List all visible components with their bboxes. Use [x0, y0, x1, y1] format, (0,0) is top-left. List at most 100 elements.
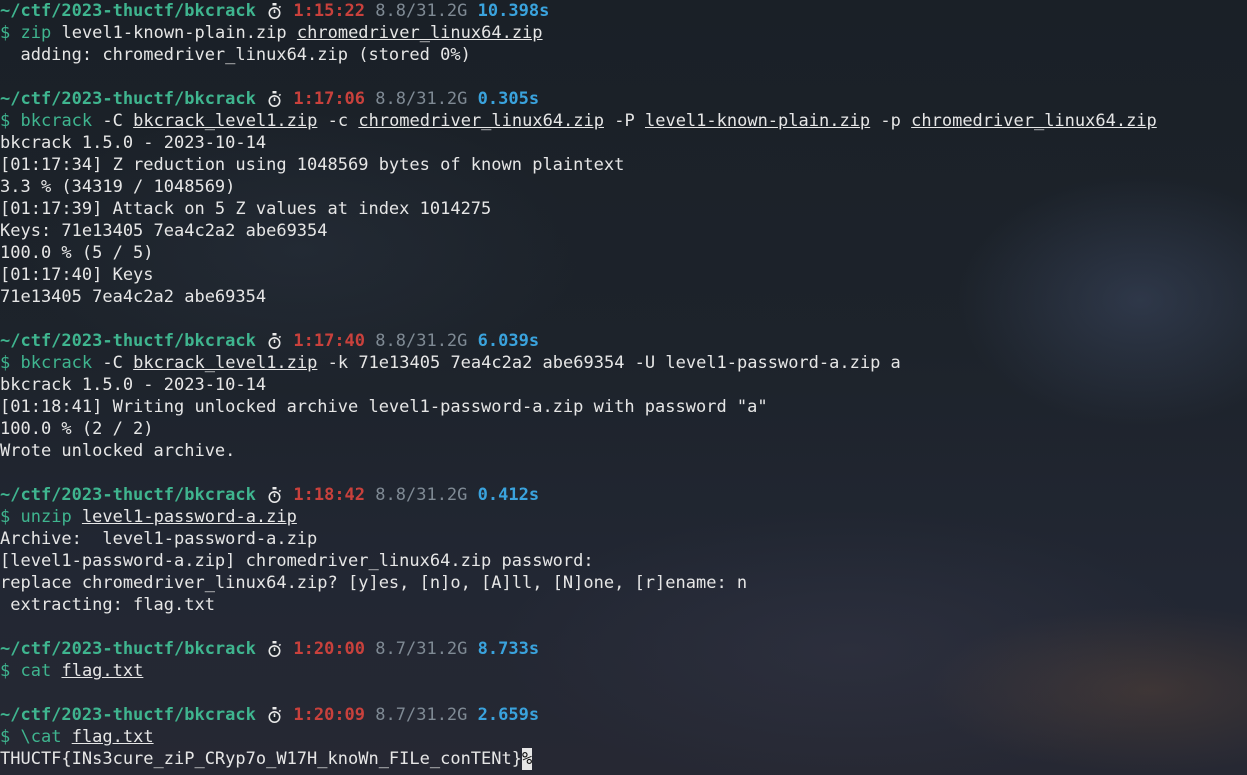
output-line: bkcrack 1.5.0 - 2023-10-14	[0, 374, 1247, 396]
output-line: THUCTF{INs3cure_ziP_CRyp7o_W17H_knoWn_FI…	[0, 748, 1247, 770]
prompt-line: ~/ctf/2023-thuctf/bkcrack 1:15:22 8.8/31…	[0, 0, 1247, 22]
command-arg: -C	[102, 111, 123, 131]
command-path-arg: chromedriver_linux64.zip	[296, 23, 543, 43]
output-line: adding: chromedriver_linux64.zip (stored…	[0, 44, 1247, 66]
prompt-line: ~/ctf/2023-thuctf/bkcrack 1:17:40 8.8/31…	[0, 330, 1247, 352]
prompt-symbol: $	[0, 661, 11, 681]
stopwatch-icon	[266, 484, 283, 506]
command-line[interactable]: $ cat flag.txt	[0, 660, 1247, 682]
output-text: 100.0 % (2 / 2)	[0, 419, 154, 439]
terminal-cursor: %	[521, 748, 533, 770]
command-arg: -C	[102, 353, 123, 373]
prompt-symbol: $	[0, 23, 11, 43]
command-name: \cat	[20, 727, 62, 747]
prompt-memory: 8.8/31.2G	[375, 89, 468, 109]
output-text: bkcrack 1.5.0 - 2023-10-14	[0, 133, 267, 153]
prompt-duration: 0.412s	[477, 485, 540, 505]
output-text: replace chromedriver_linux64.zip? [y]es,…	[0, 573, 748, 593]
output-line: Keys: 71e13405 7ea4c2a2 abe69354	[0, 220, 1247, 242]
command-name: cat	[20, 661, 52, 681]
prompt-path: ~/ctf/2023-thuctf/bkcrack	[0, 485, 256, 505]
prompt-time: 1:20:09	[293, 705, 366, 725]
prompt-memory: 8.8/31.2G	[375, 1, 468, 21]
output-text: Wrote unlocked archive.	[0, 441, 236, 461]
output-line: [01:18:41] Writing unlocked archive leve…	[0, 396, 1247, 418]
output-text: [01:18:41] Writing unlocked archive leve…	[0, 397, 768, 417]
command-name: unzip	[20, 507, 72, 527]
output-text: 100.0 % (5 / 5)	[0, 243, 154, 263]
command-path-arg: flag.txt	[71, 727, 154, 747]
command-arg: -p	[880, 111, 901, 131]
output-line: [01:17:40] Keys	[0, 264, 1247, 286]
command-name: bkcrack	[20, 353, 93, 373]
output-line: extracting: flag.txt	[0, 594, 1247, 616]
prompt-duration: 10.398s	[477, 1, 550, 21]
prompt-symbol: $	[0, 507, 11, 527]
prompt-path: ~/ctf/2023-thuctf/bkcrack	[0, 331, 256, 351]
prompt-symbol: $	[0, 353, 11, 373]
command-path-arg: level1-password-a.zip	[81, 507, 297, 527]
prompt-symbol: $	[0, 111, 11, 131]
command-line[interactable]: $ zip level1-known-plain.zip chromedrive…	[0, 22, 1247, 44]
command-arg: -P	[614, 111, 635, 131]
prompt-memory: 8.7/31.2G	[375, 705, 468, 725]
prompt-path: ~/ctf/2023-thuctf/bkcrack	[0, 639, 256, 659]
terminal-window[interactable]: ~/ctf/2023-thuctf/bkcrack 1:15:22 8.8/31…	[0, 0, 1247, 775]
prompt-memory: 8.8/31.2G	[375, 485, 468, 505]
output-line: replace chromedriver_linux64.zip? [y]es,…	[0, 572, 1247, 594]
output-line: Wrote unlocked archive.	[0, 440, 1247, 462]
prompt-time: 1:15:22	[293, 1, 366, 21]
command-line[interactable]: $ unzip level1-password-a.zip	[0, 506, 1247, 528]
stopwatch-icon	[266, 0, 283, 22]
output-line: Archive: level1-password-a.zip	[0, 528, 1247, 550]
stopwatch-icon	[266, 638, 283, 660]
output-line: 3.3 % (34319 / 1048569)	[0, 176, 1247, 198]
prompt-time: 1:17:40	[293, 331, 366, 351]
command-arg: -c	[327, 111, 349, 131]
command-path-arg: flag.txt	[61, 661, 144, 681]
command-arg: level1-known-plain.zip	[61, 23, 287, 43]
output-text: adding: chromedriver_linux64.zip (stored…	[0, 45, 471, 65]
prompt-duration: 6.039s	[477, 331, 540, 351]
output-text: [level1-password-a.zip] chromedriver_lin…	[0, 551, 594, 571]
command-arg: -k 71e13405 7ea4c2a2 abe69354 -U level1-…	[327, 353, 901, 373]
command-name: zip	[20, 23, 52, 43]
prompt-duration: 0.305s	[477, 89, 540, 109]
output-line: 100.0 % (2 / 2)	[0, 418, 1247, 440]
output-line: [01:17:39] Attack on 5 Z values at index…	[0, 198, 1247, 220]
command-line[interactable]: $ \cat flag.txt	[0, 726, 1247, 748]
command-name: bkcrack	[20, 111, 93, 131]
output-text: Archive: level1-password-a.zip	[0, 529, 318, 549]
output-line: 71e13405 7ea4c2a2 abe69354	[0, 286, 1247, 308]
output-text: bkcrack 1.5.0 - 2023-10-14	[0, 375, 267, 395]
output-text: Keys: 71e13405 7ea4c2a2 abe69354	[0, 221, 328, 241]
command-path-arg: bkcrack_level1.zip	[133, 353, 318, 373]
prompt-path: ~/ctf/2023-thuctf/bkcrack	[0, 1, 256, 21]
output-line: [level1-password-a.zip] chromedriver_lin…	[0, 550, 1247, 572]
command-line[interactable]: $ bkcrack -C bkcrack_level1.zip -k 71e13…	[0, 352, 1247, 374]
stopwatch-icon	[266, 704, 283, 726]
command-path-arg: level1-known-plain.zip	[644, 111, 871, 131]
output-text: 71e13405 7ea4c2a2 abe69354	[0, 287, 267, 307]
prompt-path: ~/ctf/2023-thuctf/bkcrack	[0, 89, 256, 109]
output-text: 3.3 % (34319 / 1048569)	[0, 177, 236, 197]
output-line: bkcrack 1.5.0 - 2023-10-14	[0, 132, 1247, 154]
command-line[interactable]: $ bkcrack -C bkcrack_level1.zip -c chrom…	[0, 110, 1247, 132]
output-text: [01:17:39] Attack on 5 Z values at index…	[0, 199, 492, 219]
prompt-line: ~/ctf/2023-thuctf/bkcrack 1:20:09 8.7/31…	[0, 704, 1247, 726]
prompt-line: ~/ctf/2023-thuctf/bkcrack 1:18:42 8.8/31…	[0, 484, 1247, 506]
prompt-memory: 8.7/31.2G	[375, 639, 468, 659]
command-path-arg: chromedriver_linux64.zip	[358, 111, 604, 131]
output-line: 100.0 % (5 / 5)	[0, 242, 1247, 264]
prompt-duration: 8.733s	[477, 639, 540, 659]
output-text: [01:17:34] Z reduction using 1048569 byt…	[0, 155, 625, 175]
prompt-path: ~/ctf/2023-thuctf/bkcrack	[0, 705, 256, 725]
prompt-line: ~/ctf/2023-thuctf/bkcrack 1:17:06 8.8/31…	[0, 88, 1247, 110]
prompt-line: ~/ctf/2023-thuctf/bkcrack 1:20:00 8.7/31…	[0, 638, 1247, 660]
output-line: [01:17:34] Z reduction using 1048569 byt…	[0, 154, 1247, 176]
